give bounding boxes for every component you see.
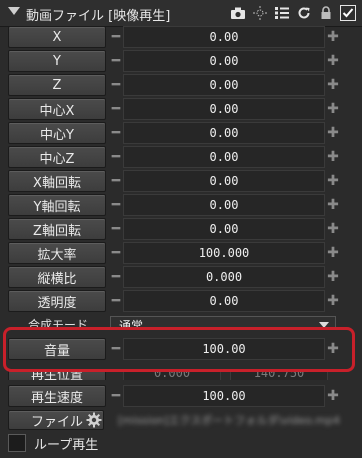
param-row-x: X ━ 0.00 ✚ — [8, 26, 354, 48]
collapse-triangle-icon[interactable] — [8, 7, 20, 15]
plus-icon[interactable]: ✚ — [326, 50, 340, 72]
minus-icon[interactable]: ━ — [110, 122, 122, 144]
param-value-opacity[interactable]: 0.00 — [123, 290, 325, 312]
param-value-aspect[interactable]: 0.000 — [123, 266, 325, 288]
param-row-x-rotation: X軸回転 ━ 0.00 ✚ — [8, 170, 354, 192]
loop-playback-option[interactable]: ループ再生 — [8, 433, 98, 453]
plus-icon[interactable]: ✚ — [326, 26, 340, 48]
param-button-z-rotation[interactable]: Z軸回転 — [8, 218, 106, 240]
param-value-y-rotation[interactable]: 0.00 — [123, 194, 325, 216]
param-button-x-rotation[interactable]: X軸回転 — [8, 170, 106, 192]
param-button-center-z[interactable]: 中心Z — [8, 146, 106, 168]
param-value-z-rotation[interactable]: 0.00 — [123, 218, 325, 240]
param-row-center-z: 中心Z ━ 0.00 ✚ — [8, 146, 354, 168]
param-row-speed: 再生速度 ━ 100.00 ✚ — [8, 385, 354, 407]
minus-icon[interactable]: ━ — [110, 218, 122, 240]
plus-icon[interactable]: ✚ — [326, 266, 340, 288]
file-button-label: ファイル — [31, 414, 84, 430]
file-path-text: [mission]エクスポートフォルダ\video.mp4 — [118, 414, 340, 427]
param-value-speed[interactable]: 100.00 — [123, 385, 325, 407]
param-row-center-x: 中心X ━ 0.00 ✚ — [8, 98, 354, 120]
param-value-x[interactable]: 0.00 — [123, 26, 325, 48]
panel-title: 動画ファイル [映像再生] — [26, 9, 171, 24]
param-button-z[interactable]: Z — [8, 74, 106, 96]
minus-icon[interactable]: ━ — [110, 385, 122, 407]
plus-icon[interactable]: ✚ — [326, 98, 340, 120]
plus-icon[interactable]: ✚ — [326, 122, 340, 144]
loop-checkbox[interactable] — [8, 434, 26, 452]
minus-icon[interactable]: ━ — [110, 146, 122, 168]
param-value-x-rotation[interactable]: 0.00 — [123, 170, 325, 192]
param-row-opacity: 透明度 ━ 0.00 ✚ — [8, 290, 354, 312]
plus-icon[interactable]: ✚ — [326, 74, 340, 96]
minus-icon[interactable]: ━ — [110, 98, 122, 120]
minus-icon[interactable]: ━ — [110, 242, 122, 264]
file-row: ファイル [mission]エクスポートフォルダ\video.mp4 — [8, 410, 354, 432]
minus-icon[interactable]: ━ — [110, 50, 122, 72]
plus-icon[interactable]: ✚ — [326, 170, 340, 192]
light-icon[interactable] — [252, 5, 268, 21]
minus-icon[interactable]: ━ — [110, 290, 122, 312]
param-row-center-y: 中心Y ━ 0.00 ✚ — [8, 122, 354, 144]
param-value-center-x[interactable]: 0.00 — [123, 98, 325, 120]
plus-icon[interactable]: ✚ — [326, 385, 340, 407]
param-value-scale[interactable]: 100.000 — [123, 242, 325, 264]
param-button-y[interactable]: Y — [8, 50, 106, 72]
header-toolbar — [230, 4, 356, 22]
plus-icon[interactable]: ✚ — [326, 290, 340, 312]
param-button-center-x[interactable]: 中心X — [8, 98, 106, 120]
lock-icon[interactable] — [318, 5, 334, 21]
param-value-center-y[interactable]: 0.00 — [123, 122, 325, 144]
minus-icon[interactable]: ━ — [110, 194, 122, 216]
param-button-speed[interactable]: 再生速度 — [8, 385, 106, 407]
enable-checkbox-icon[interactable] — [340, 5, 356, 21]
plus-icon[interactable]: ✚ — [326, 146, 340, 168]
param-value-center-z[interactable]: 0.00 — [123, 146, 325, 168]
minus-icon[interactable]: ━ — [110, 170, 122, 192]
plus-icon[interactable]: ✚ — [326, 242, 340, 264]
param-button-opacity[interactable]: 透明度 — [8, 290, 106, 312]
plus-icon[interactable]: ✚ — [326, 218, 340, 240]
param-row-scale: 拡大率 ━ 100.000 ✚ — [8, 242, 354, 264]
volume-highlight-outline — [3, 327, 355, 372]
list-icon[interactable] — [274, 5, 290, 21]
param-button-y-rotation[interactable]: Y軸回転 — [8, 194, 106, 216]
minus-icon[interactable]: ━ — [110, 26, 122, 48]
param-value-z[interactable]: 0.00 — [123, 74, 325, 96]
param-button-center-y[interactable]: 中心Y — [8, 122, 106, 144]
minus-icon[interactable]: ━ — [110, 266, 122, 288]
param-button-x[interactable]: X — [8, 26, 106, 48]
properties-panel: 動画ファイル [映像再生] X ━ 0.00 ✚ Y ━ 0.00 ✚ Z ━ … — [0, 0, 362, 458]
minus-icon[interactable]: ━ — [110, 74, 122, 96]
loop-label: ループ再生 — [34, 437, 99, 453]
param-value-y[interactable]: 0.00 — [123, 50, 325, 72]
param-row-y: Y ━ 0.00 ✚ — [8, 50, 354, 72]
param-row-aspect: 縦横比 ━ 0.000 ✚ — [8, 266, 354, 288]
panel-header: 動画ファイル [映像再生] — [0, 0, 362, 27]
param-row-z-rotation: Z軸回転 ━ 0.00 ✚ — [8, 218, 354, 240]
plus-icon[interactable]: ✚ — [326, 194, 340, 216]
param-row-z: Z ━ 0.00 ✚ — [8, 74, 354, 96]
param-button-scale[interactable]: 拡大率 — [8, 242, 106, 264]
param-button-aspect[interactable]: 縦横比 — [8, 266, 106, 288]
refresh-icon[interactable] — [296, 5, 312, 21]
param-row-y-rotation: Y軸回転 ━ 0.00 ✚ — [8, 194, 354, 216]
camera-icon[interactable] — [230, 5, 246, 21]
gear-icon[interactable] — [86, 412, 102, 428]
